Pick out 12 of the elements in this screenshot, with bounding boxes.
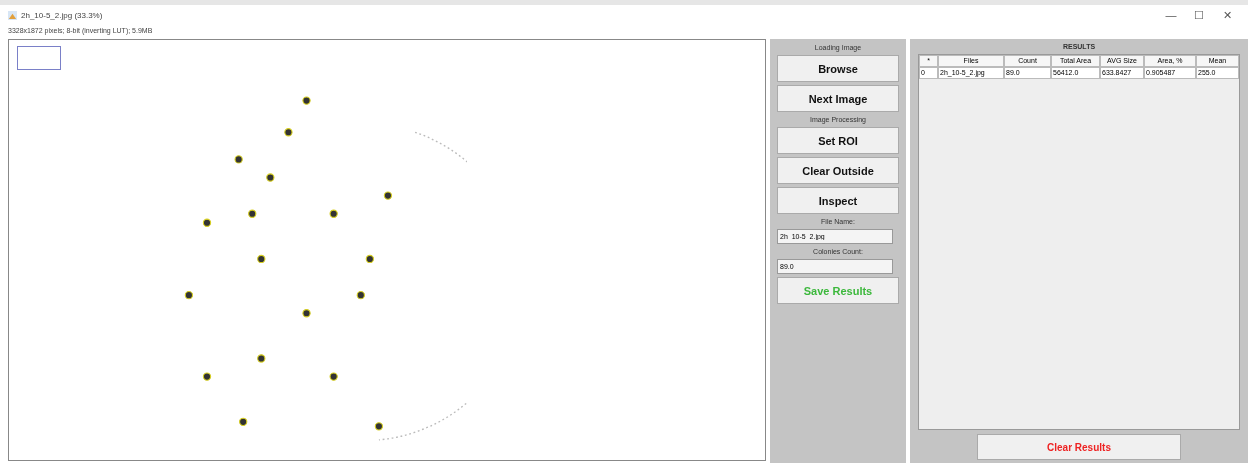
close-button[interactable]: ✕ <box>1220 8 1234 22</box>
panel-button[interactable]: Next Image <box>777 85 899 112</box>
panel-button[interactable]: Set ROI <box>777 127 899 154</box>
maximize-button[interactable]: ☐ <box>1192 8 1206 22</box>
window-title: 2h_10-5_2.jpg (33.3%) <box>21 10 103 20</box>
panel-button[interactable]: Browse <box>777 55 899 82</box>
minimize-button[interactable]: — <box>1164 8 1178 22</box>
app-icon <box>8 10 17 20</box>
clear-results-button[interactable]: Clear Results <box>977 434 1181 460</box>
panel-button[interactable]: Inspect <box>777 187 899 214</box>
panel-button[interactable]: Clear Outside <box>777 157 899 184</box>
roi-rectangle[interactable] <box>17 46 61 70</box>
